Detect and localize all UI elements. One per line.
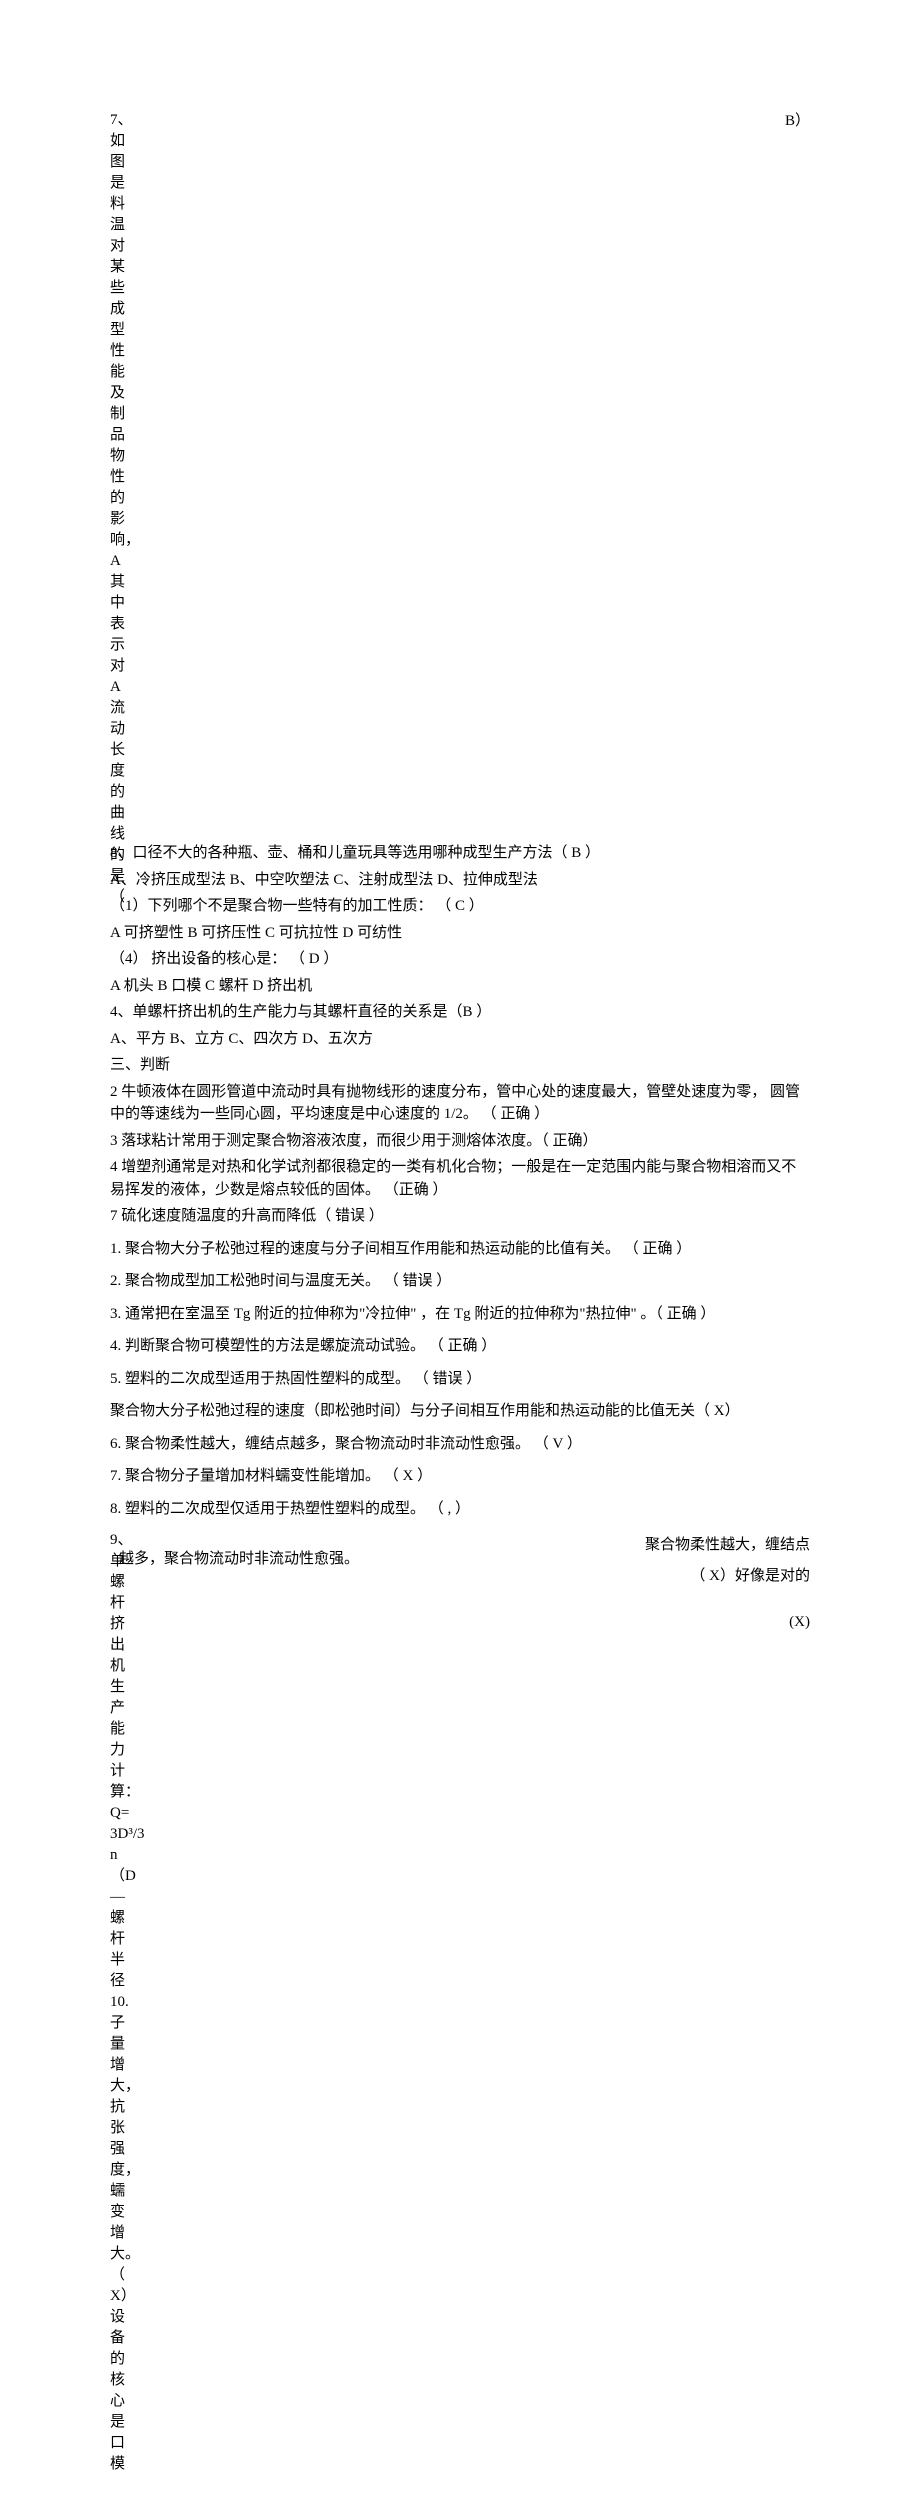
- q8-options: A、冷挤压成型法 B、中空吹塑法 C、注射成型法 D、拉伸成型法: [110, 869, 810, 892]
- q-sub1-options: A 可挤塑性 B 可挤压性 C 可抗拉性 D 可纺性: [110, 922, 810, 945]
- bottom-right-text: 聚合物柔性越大，缠结点 （ X）好像是对的 (X): [605, 1530, 810, 1638]
- item-extra: 聚合物大分子松弛过程的速度（即松弛时间）与分子间相互作用能和热运动能的比值无关（…: [110, 1400, 810, 1423]
- q4-options: A、平方 B、立方 C、四次方 D、五次方: [110, 1028, 810, 1051]
- item1: 1. 聚合物大分子松弛过程的速度与分子间相互作用能和热运动能的比值有关。 （ 正…: [110, 1238, 810, 1261]
- q-sub4: （4） 挤出设备的核心是： （ D ）: [110, 948, 810, 971]
- bottom-left-line: 越多，聚合物流动时非流动性愈强。: [119, 1551, 359, 1567]
- j3: 3 落球粘计常用于测定聚合物溶液浓度，而很少用于测熔体浓度。（ 正确）: [110, 1130, 810, 1153]
- mid-block: 8、口径不大的各种瓶、壶、桶和儿童玩具等选用哪种成型生产方法（ B ） A、冷挤…: [110, 842, 810, 1228]
- q7-vertical-text: 7、如图是料温对某些成型性能及制品物性的影响，A其中表示对A流动长度的曲线的是（: [110, 110, 125, 908]
- bottom-left-extra: 越多，聚合物流动时非流动性愈强。: [119, 1548, 359, 1571]
- item5: 5. 塑料的二次成型适用于热固性塑料的成型。 （ 错误 ）: [110, 1368, 810, 1391]
- q-sub1: （1）下列哪个不是聚合物一些特有的加工性质： （ C ）: [110, 895, 810, 918]
- j2: 2 牛顿液体在圆形管道中流动时具有抛物线形的速度分布，管中心处的速度最大，管壁处…: [110, 1081, 810, 1126]
- bottom-right-3: (X): [789, 1611, 810, 1634]
- bottom-right-2: （ X）好像是对的: [690, 1565, 810, 1588]
- bottom-right-1: 聚合物柔性越大，缠结点: [645, 1534, 810, 1557]
- item3: 3. 通常把在室温至 Tg 附近的拉伸称为"冷拉伸" ，在 Tg 附近的拉伸称为…: [110, 1303, 810, 1326]
- j7: 7 硫化速度随温度的升高而降低（ 错误 ）: [110, 1205, 810, 1228]
- q7-row: 7、如图是料温对某些成型性能及制品物性的影响，A其中表示对A流动长度的曲线的是（…: [110, 110, 810, 908]
- bottom-block: 9、单螺杆挤出机生产能力计算：Q= 3D³/3 n （D—螺杆半径 10. 子量…: [110, 1530, 810, 2475]
- q4: 4、单螺杆挤出机的生产能力与其螺杆直径的关系是（B ）: [110, 1001, 810, 1024]
- q8: 8、口径不大的各种瓶、壶、桶和儿童玩具等选用哪种成型生产方法（ B ）: [110, 842, 810, 865]
- item2: 2. 聚合物成型加工松弛时间与温度无关。 （ 错误 ）: [110, 1270, 810, 1293]
- q7-answer: B）: [785, 110, 810, 133]
- q-sub4-options: A 机头 B 口模 C 螺杆 D 挤出机: [110, 975, 810, 998]
- bottom-left-vertical: 9、单螺杆挤出机生产能力计算：Q= 3D³/3 n （D—螺杆半径 10. 子量…: [110, 1530, 125, 2475]
- j4: 4 增塑剂通常是对热和化学试剂都很稳定的一类有机化合物；一般是在一定范围内能与聚…: [110, 1156, 810, 1201]
- item7: 7. 聚合物分子量增加材料蠕变性能增加。 （ X ）: [110, 1465, 810, 1488]
- list-block: 1. 聚合物大分子松弛过程的速度与分子间相互作用能和热运动能的比值有关。 （ 正…: [110, 1238, 810, 1521]
- item6: 6. 聚合物柔性越大，缠结点越多，聚合物流动时非流动性愈强。 （ V ）: [110, 1433, 810, 1456]
- section-3-header: 三、判断: [110, 1054, 810, 1077]
- item8: 8. 塑料的二次成型仅适用于热塑性塑料的成型。 （ , ）: [110, 1498, 810, 1521]
- item4: 4. 判断聚合物可模塑性的方法是螺旋流动试验。 （ 正确 ）: [110, 1335, 810, 1358]
